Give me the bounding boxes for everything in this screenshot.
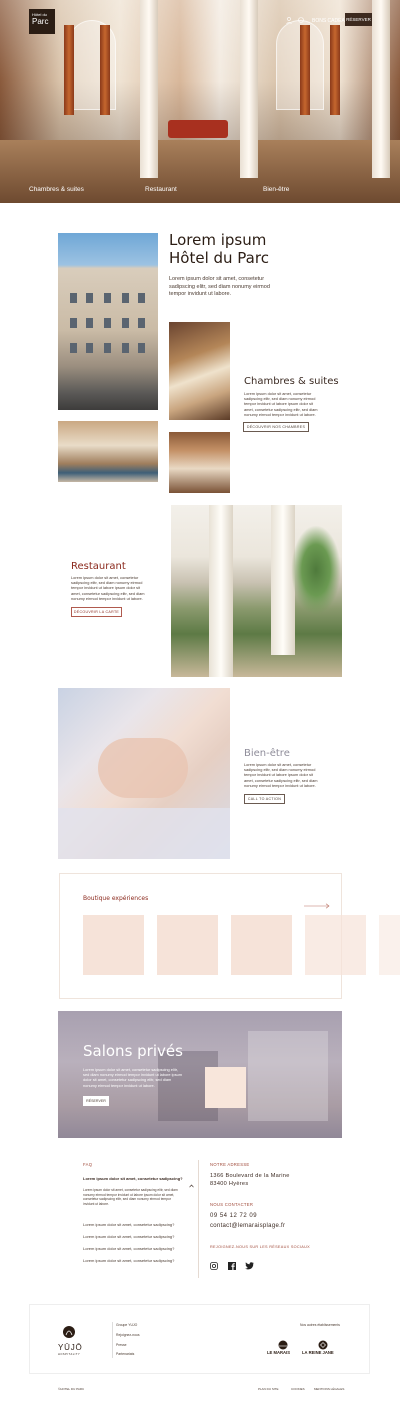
- footer-link[interactable]: Partenariats: [116, 1352, 134, 1356]
- experience-card[interactable]: [231, 915, 292, 975]
- hotel-facade-photo: [58, 233, 158, 410]
- phone-link[interactable]: 09 54 12 72 09: [210, 1213, 257, 1219]
- reine-jane-brand[interactable]: LA REINE JANE: [302, 1350, 334, 1355]
- social-heading: REJOIGNEZ-NOUS SUR LES RÉSEAUX SOCIAUX: [210, 1245, 311, 1249]
- hero-floor: [0, 140, 400, 203]
- sitemap-link[interactable]: PLAN DU SITE: [258, 1387, 279, 1391]
- footer-link[interactable]: Groupe YUJO: [116, 1323, 137, 1327]
- hero-curtain: [100, 25, 110, 115]
- salons-reserve-button[interactable]: RÉSERVER: [83, 1096, 109, 1106]
- gift-card-link[interactable]: BONS CADEAU: [312, 18, 348, 24]
- faq-question[interactable]: Lorem ipsum dolor sit amet, consetetur s…: [83, 1246, 174, 1251]
- reserve-button[interactable]: RÉSERVER: [345, 13, 372, 26]
- hero-curtain: [300, 25, 310, 115]
- legal-link[interactable]: MENTIONS LÉGALES: [314, 1387, 344, 1391]
- copyright: ©HOTEL DU PARC: [58, 1387, 85, 1391]
- lounge-photo: [169, 322, 230, 420]
- hero-nav-rooms[interactable]: Chambres & suites: [29, 186, 84, 193]
- twitter-icon[interactable]: [245, 1257, 254, 1275]
- chevron-up-icon[interactable]: [189, 1175, 194, 1193]
- le-marais-brand[interactable]: LE MARAIS: [267, 1350, 290, 1355]
- experience-card[interactable]: [305, 915, 366, 975]
- logo-line2: Parc: [32, 17, 49, 26]
- faq-question[interactable]: Lorem ipsum dolor sit amet, consetetur s…: [83, 1222, 174, 1227]
- hotel-logo[interactable]: Hôtel du Parc: [29, 9, 55, 34]
- rooms-text: Lorem ipsum dolor sit amet, consetetur s…: [244, 391, 318, 417]
- email-link[interactable]: contact@lemaraisplage.fr: [210, 1223, 285, 1229]
- address-heading: NOTRE ADRESSE: [210, 1162, 250, 1167]
- hero-curtain: [330, 25, 340, 115]
- discover-menu-button[interactable]: DÉCOUVRIR LA CARTE: [71, 607, 122, 617]
- hero-nav-restaurant[interactable]: Restaurant: [145, 186, 177, 193]
- faq-answer: Lorem ipsum dolor sit amet, consetetur s…: [83, 1188, 178, 1206]
- call-to-action-button[interactable]: CALL TO ACTION: [244, 794, 285, 804]
- discover-rooms-button[interactable]: DÉCOUVRIR NOS CHAMBRES: [243, 422, 309, 432]
- yujo-brand: YŪJŌ: [58, 1343, 83, 1352]
- faq-question[interactable]: Lorem ipsum dolor sit amet, consetetur s…: [83, 1258, 174, 1263]
- faq-heading: FAQ: [83, 1162, 93, 1167]
- experience-card[interactable]: [379, 915, 400, 975]
- salons-text: Lorem ipsum dolor sit amet, consetetur s…: [83, 1067, 183, 1088]
- footer-divider: [112, 1322, 113, 1358]
- salons-accent-square: [205, 1067, 246, 1108]
- hero-chairs: [168, 120, 228, 138]
- intro-title-line1: Lorem ipsum: [169, 231, 267, 249]
- lobby-photo: [58, 421, 158, 482]
- address-line1: 1366 Boulevard de la Marine: [210, 1173, 290, 1179]
- hero-column: [372, 0, 390, 178]
- restaurant-text: Lorem ipsum dolor sit amet, consetetur s…: [71, 575, 145, 601]
- salons-title: Salons privés: [83, 1042, 183, 1060]
- faq-question-open[interactable]: Lorem ipsum dolor sit amet, consetetur s…: [83, 1176, 198, 1181]
- terrace-photo: [171, 505, 342, 677]
- yujo-logo-icon[interactable]: [62, 1324, 76, 1345]
- hero-banner: [0, 0, 400, 203]
- footer-link[interactable]: Presse: [116, 1343, 127, 1347]
- intro-text: Lorem ipsum dolor sit amet, consetetur s…: [169, 276, 270, 297]
- arrow-right-icon[interactable]: [304, 896, 330, 914]
- user-icon[interactable]: [286, 17, 292, 26]
- wellness-title: Bien-être: [244, 748, 290, 759]
- hero-column: [140, 0, 158, 178]
- instagram-icon[interactable]: [210, 1257, 218, 1275]
- faq-question[interactable]: Lorem ipsum dolor sit amet, consetetur s…: [83, 1234, 174, 1239]
- faq-divider: [198, 1160, 199, 1278]
- hero-column: [240, 0, 258, 178]
- bedroom-photo: [169, 432, 230, 493]
- experience-card[interactable]: [157, 915, 218, 975]
- hero-nav-wellness[interactable]: Bien-être: [263, 186, 289, 193]
- globe-icon[interactable]: [298, 17, 304, 25]
- address-line2: 83400 Hyères: [210, 1181, 249, 1187]
- wellness-text: Lorem ipsum dolor sit amet, consetetur s…: [244, 762, 318, 788]
- spa-massage-photo: [58, 688, 230, 859]
- cookies-link[interactable]: COOKIES: [291, 1387, 305, 1391]
- intro-title-line2: Hôtel du Parc: [169, 249, 269, 267]
- yujo-brand-sub: HOSPITALITY: [58, 1353, 81, 1356]
- intro-title: Lorem ipsum Hôtel du Parc: [169, 231, 369, 267]
- contact-heading: NOUS CONTACTER: [210, 1202, 254, 1207]
- hero-curtain: [64, 25, 74, 115]
- rooms-title: Chambres & suites: [244, 376, 339, 387]
- restaurant-title: Restaurant: [71, 561, 126, 572]
- other-hotels-label: Nos autres établissements: [300, 1323, 340, 1327]
- experience-card[interactable]: [83, 915, 144, 975]
- facebook-icon[interactable]: [228, 1257, 236, 1275]
- boutique-title: Boutique expériences: [83, 895, 149, 902]
- footer-link[interactable]: Rejoignez-nous: [116, 1333, 140, 1337]
